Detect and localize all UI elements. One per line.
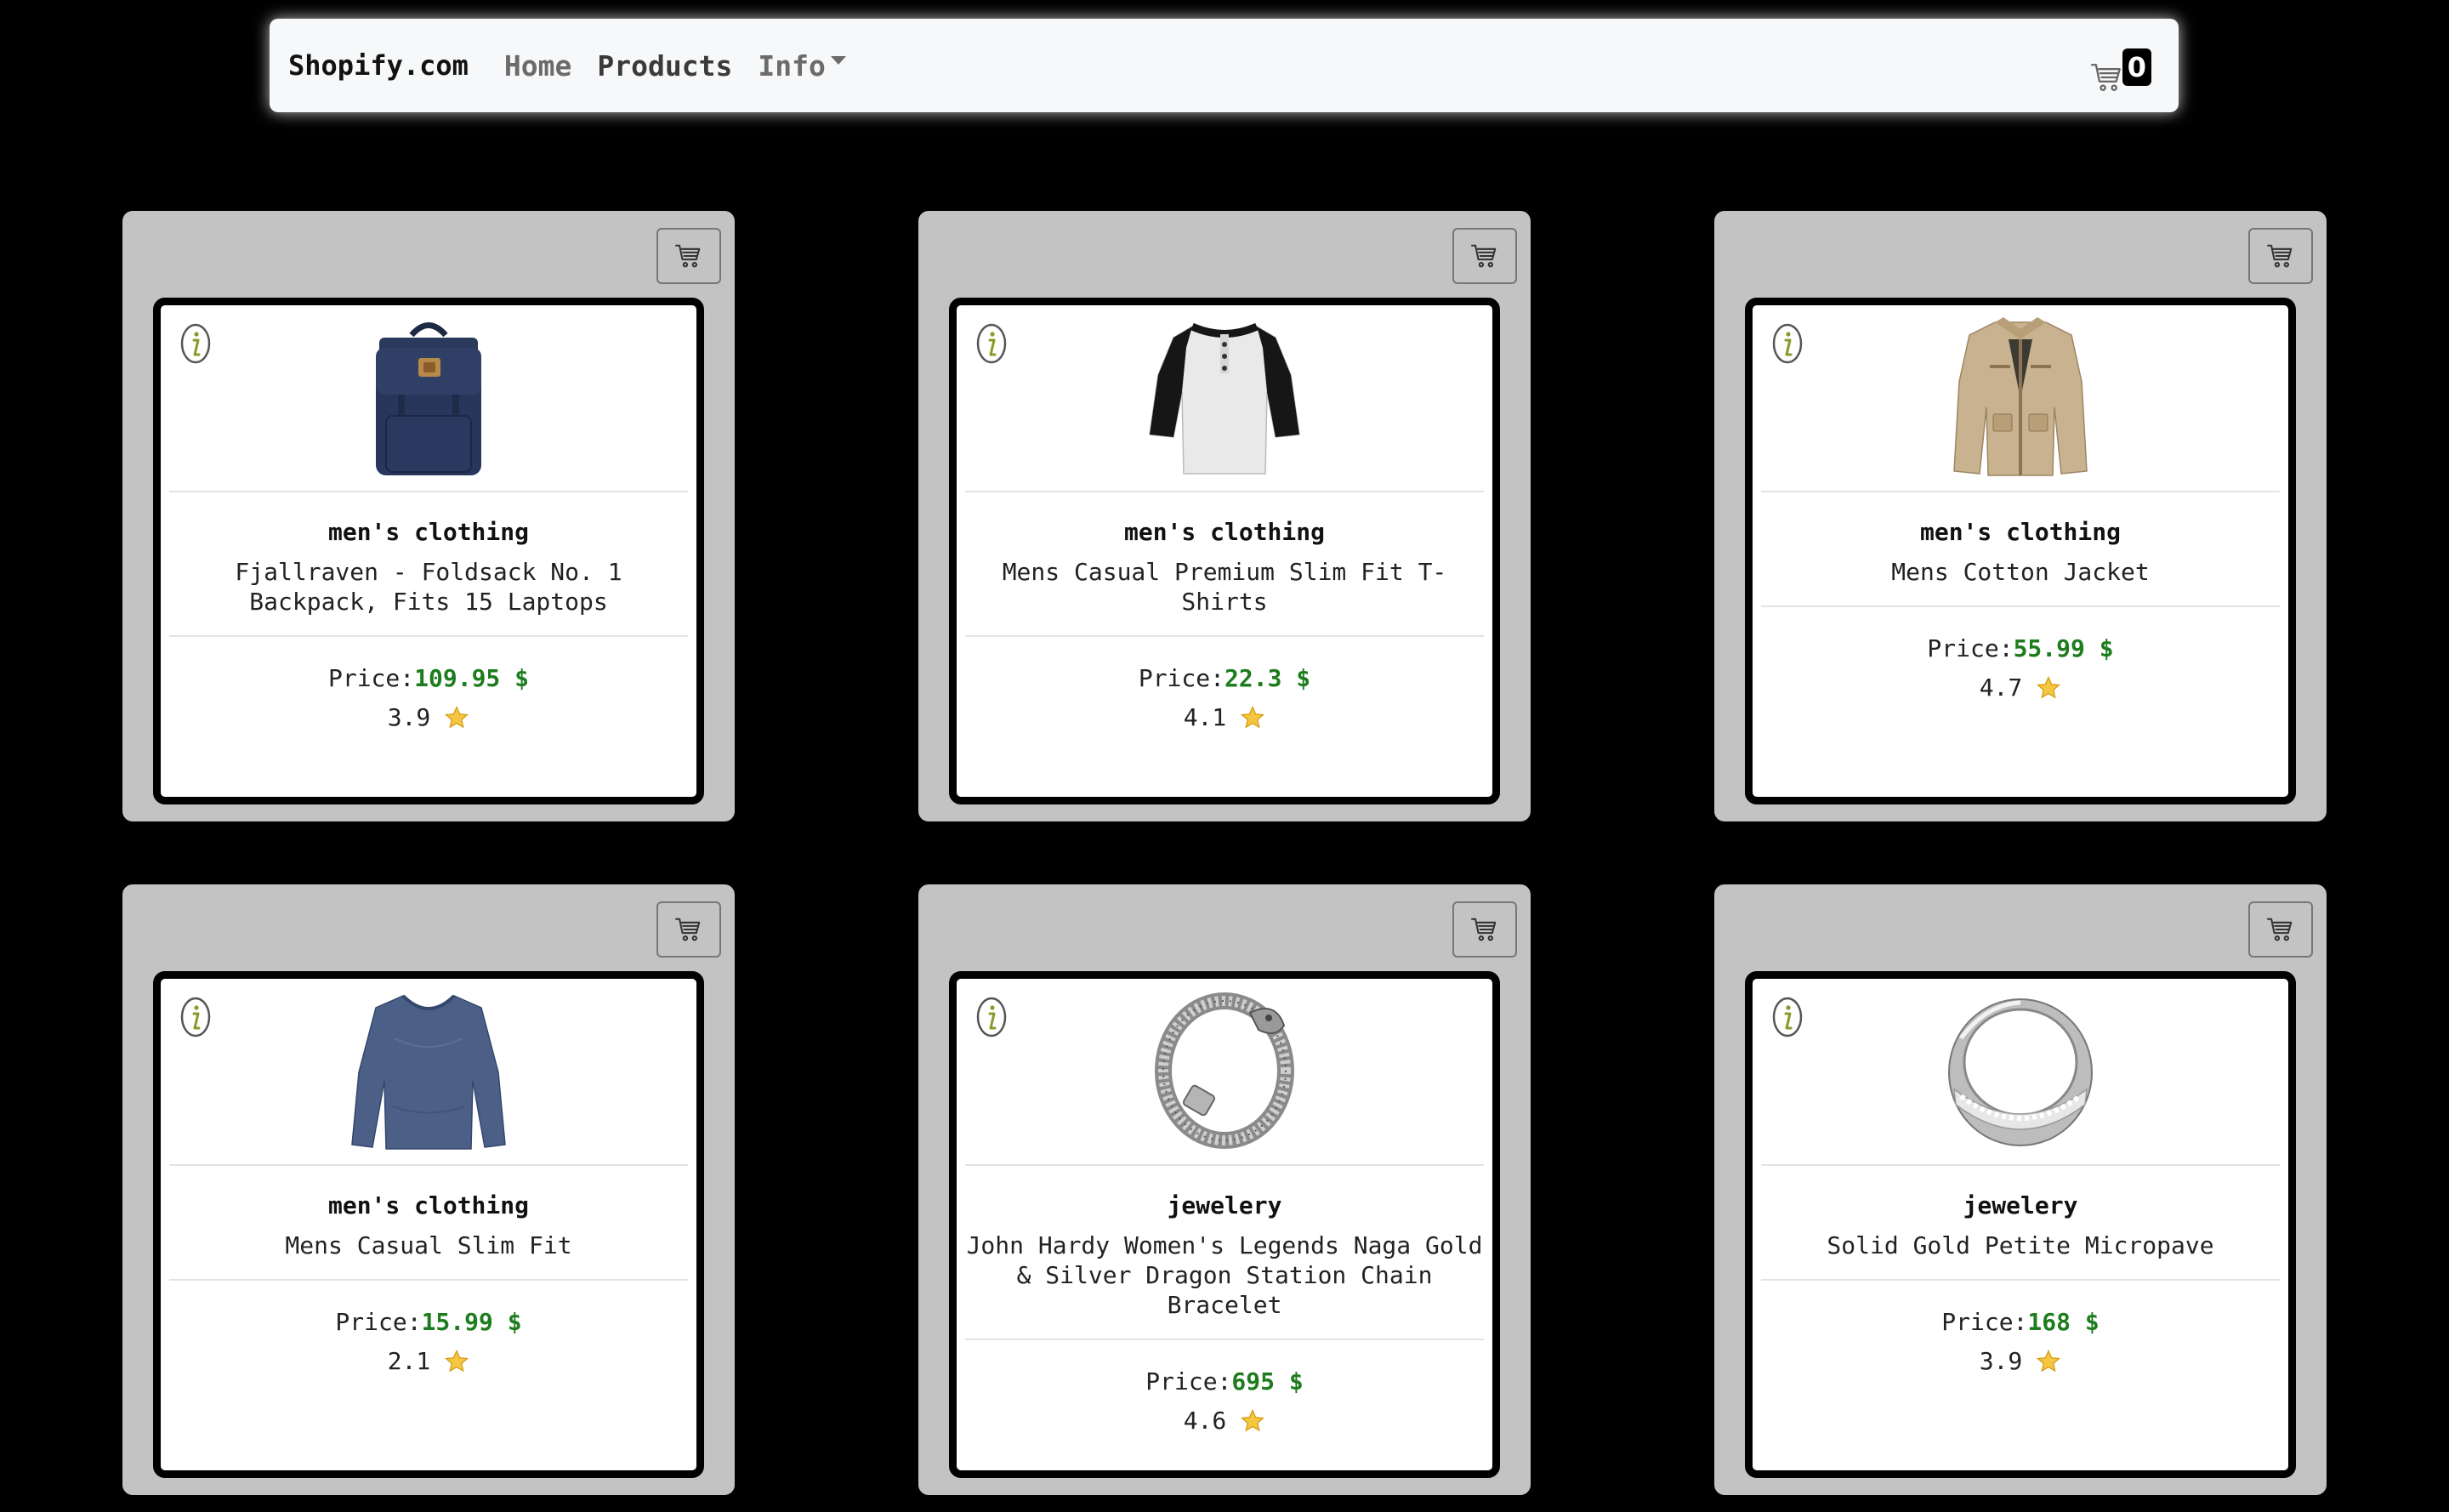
cart-icon — [674, 243, 703, 269]
dragon-bracelet-image — [1155, 992, 1294, 1149]
product-card: men's clothing Mens Casual Premium Slim … — [918, 211, 1531, 821]
henley-shirt-image — [1149, 322, 1300, 475]
long-sleeve-shirt-image — [351, 994, 506, 1150]
product-title: Mens Cotton Jacket — [1761, 557, 2280, 607]
product-category: jewelery — [1963, 1191, 2078, 1219]
star-icon — [1240, 1408, 1265, 1434]
product-category: men's clothing — [327, 518, 529, 546]
product-card: men's clothing Mens Casual Slim Fit Pric… — [122, 884, 735, 1495]
star-icon — [1240, 705, 1265, 730]
nav-link-products[interactable]: Products — [597, 49, 732, 82]
jacket-image — [1953, 317, 2088, 476]
cart-count-badge: 0 — [2122, 48, 2151, 86]
info-icon[interactable] — [975, 322, 1008, 365]
product-rating: 3.9 — [1770, 1347, 2271, 1376]
ring-image — [1948, 998, 2093, 1146]
product-card-body: jewelery John Hardy Women's Legends Naga… — [949, 971, 1500, 1478]
product-price: Price:109.95 $ — [327, 664, 530, 692]
product-card: jewelery John Hardy Women's Legends Naga… — [918, 884, 1531, 1495]
star-icon — [444, 705, 469, 730]
price-value: 695 — [1231, 1367, 1275, 1395]
add-to-cart-button[interactable] — [656, 228, 721, 284]
brand-logo[interactable]: Shopify.com — [288, 49, 469, 82]
price-value: 168 — [2027, 1308, 2071, 1336]
product-card-body: jewelery Solid Gold Petite Micropave Pri… — [1745, 971, 2296, 1478]
add-to-cart-button[interactable] — [2248, 901, 2313, 958]
cart-icon — [2266, 243, 2295, 269]
navbar: Shopify.com Home Products Info 0 — [270, 19, 2179, 112]
rating-value: 2.1 — [387, 1347, 431, 1375]
product-rating: 2.1 — [178, 1347, 679, 1376]
product-category: jewelery — [1167, 1191, 1282, 1219]
product-price: Price:15.99 $ — [335, 1308, 522, 1336]
price-value: 15.99 — [421, 1308, 493, 1336]
info-icon[interactable] — [1771, 322, 1804, 365]
star-icon — [2036, 675, 2061, 701]
product-rating: 4.6 — [974, 1407, 1475, 1435]
price-value: 109.95 — [414, 664, 501, 692]
star-icon — [2036, 1349, 2061, 1374]
cart-button[interactable]: 0 — [2083, 31, 2151, 99]
product-price: Price:22.3 $ — [1138, 664, 1311, 692]
cart-icon — [1470, 917, 1499, 942]
add-to-cart-button[interactable] — [1452, 228, 1517, 284]
product-title: Solid Gold Petite Micropave — [1761, 1231, 2280, 1281]
nav-link-home[interactable]: Home — [504, 49, 571, 82]
product-card-body: men's clothing Fjallraven - Foldsack No.… — [153, 298, 704, 804]
cart-icon — [674, 917, 703, 942]
cart-icon — [2090, 64, 2121, 92]
product-rating: 4.1 — [974, 703, 1475, 732]
product-card: men's clothing Fjallraven - Foldsack No.… — [122, 211, 735, 821]
info-icon[interactable] — [179, 322, 212, 365]
product-card-body: men's clothing Mens Casual Slim Fit Pric… — [153, 971, 704, 1478]
product-card: men's clothing Mens Cotton Jacket Price:… — [1714, 211, 2327, 821]
product-price: Price:695 $ — [1145, 1367, 1304, 1395]
product-card: jewelery Solid Gold Petite Micropave Pri… — [1714, 884, 2327, 1495]
chevron-down-icon — [830, 56, 846, 65]
product-title: Mens Casual Premium Slim Fit T-Shirts — [965, 557, 1484, 637]
product-category: men's clothing — [1919, 518, 2121, 546]
info-icon[interactable] — [1771, 996, 1804, 1038]
nav-link-info[interactable]: Info — [758, 49, 825, 82]
add-to-cart-button[interactable] — [1452, 901, 1517, 958]
cart-icon — [2266, 917, 2295, 942]
price-value: 55.99 — [2013, 634, 2085, 662]
rating-value: 3.9 — [387, 703, 431, 731]
product-title: Fjallraven - Foldsack No. 1 Backpack, Fi… — [169, 557, 688, 637]
product-card-body: men's clothing Mens Casual Premium Slim … — [949, 298, 1500, 804]
add-to-cart-button[interactable] — [2248, 228, 2313, 284]
price-value: 22.3 — [1224, 664, 1282, 692]
rating-value: 4.6 — [1183, 1407, 1227, 1435]
add-to-cart-button[interactable] — [656, 901, 721, 958]
product-rating: 4.7 — [1770, 674, 2271, 702]
rating-value: 4.1 — [1183, 703, 1227, 731]
cart-icon — [1470, 243, 1499, 269]
rating-value: 3.9 — [1979, 1347, 2023, 1375]
product-title: Mens Casual Slim Fit — [169, 1231, 688, 1281]
nav-dropdown-info[interactable]: Info — [758, 49, 846, 82]
product-category: men's clothing — [327, 1191, 529, 1219]
rating-value: 4.7 — [1979, 674, 2023, 702]
product-price: Price:168 $ — [1941, 1308, 2100, 1336]
product-card-body: men's clothing Mens Cotton Jacket Price:… — [1745, 298, 2296, 804]
product-price: Price:55.99 $ — [1927, 634, 2114, 662]
product-rating: 3.9 — [178, 703, 679, 732]
info-icon[interactable] — [179, 996, 212, 1038]
product-title: John Hardy Women's Legends Naga Gold & S… — [965, 1231, 1484, 1340]
product-category: men's clothing — [1123, 518, 1325, 546]
info-icon[interactable] — [975, 996, 1008, 1038]
backpack-image — [376, 322, 481, 475]
star-icon — [444, 1349, 469, 1374]
